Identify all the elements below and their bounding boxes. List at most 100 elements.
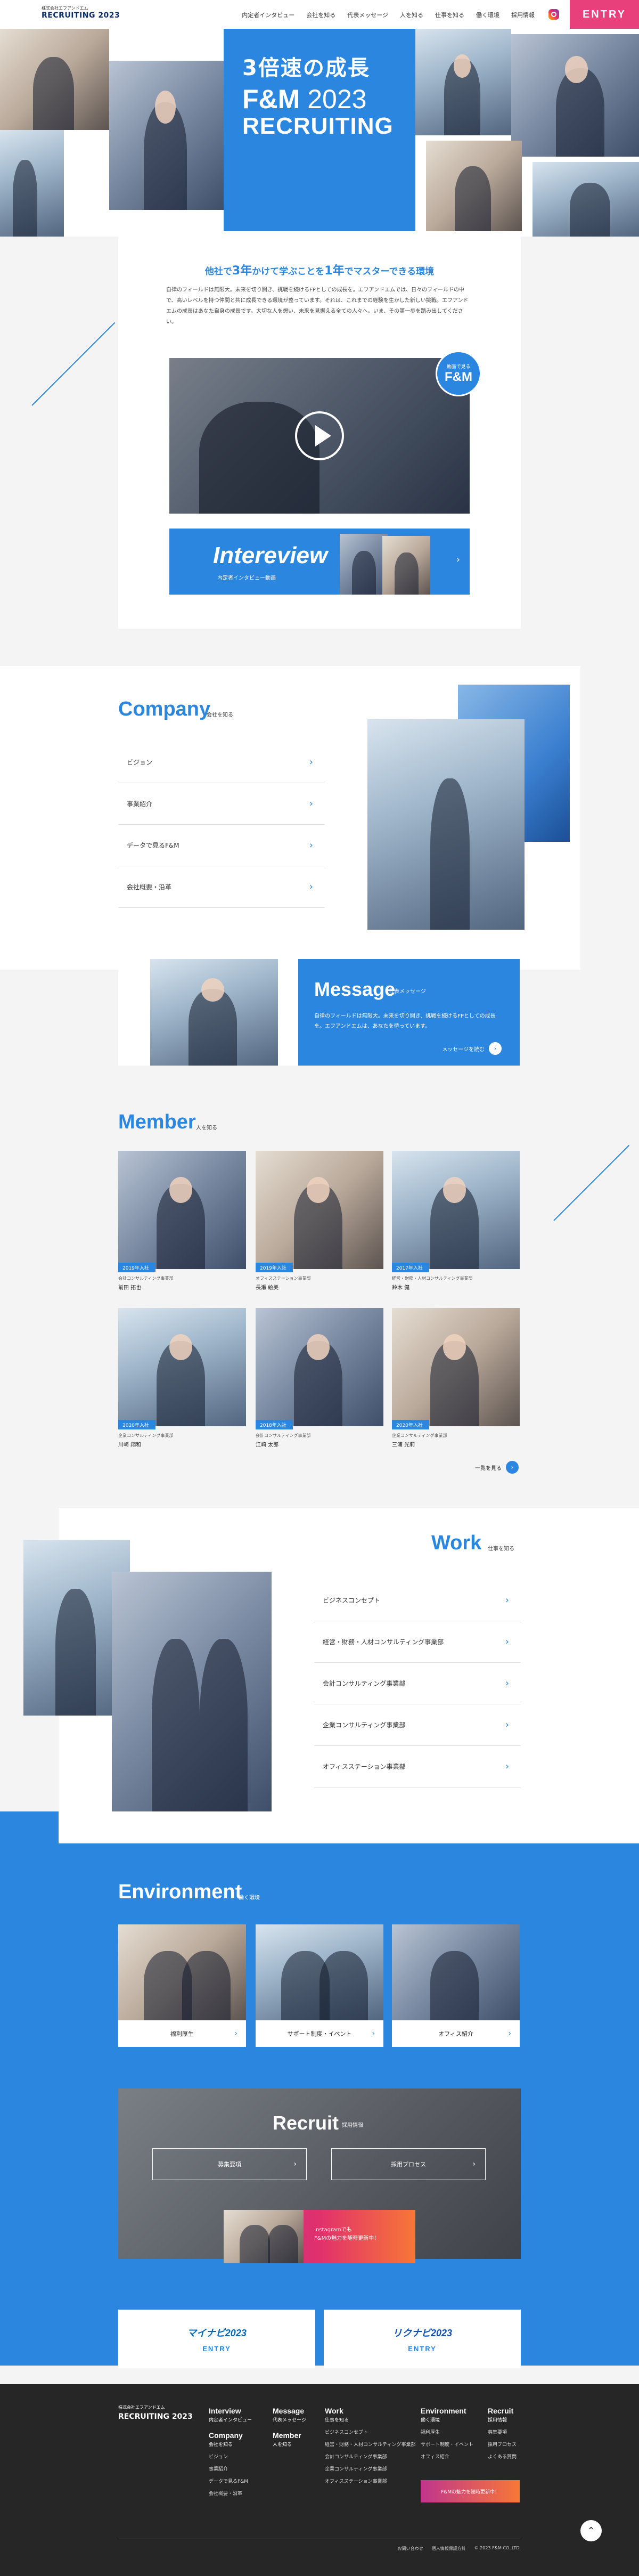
environment-card-support[interactable]: サポート制度・イベント ›: [256, 1924, 383, 2047]
entry-mynavi[interactable]: マイナビ2023 ENTRY: [118, 2310, 315, 2368]
play-icon[interactable]: [295, 411, 344, 460]
member-card[interactable]: 2019年入社 会計コンサルティング事業部 前田 拓也: [118, 1151, 246, 1295]
recruit-requirements-button[interactable]: 募集要項 ›: [152, 2148, 307, 2180]
environment-title: Environment: [118, 1881, 242, 1903]
footer-contact-link[interactable]: お問い合わせ: [398, 2546, 423, 2551]
chevron-right-icon: ›: [309, 798, 313, 809]
chevron-right-icon: ›: [293, 2160, 297, 2168]
message-panel[interactable]: Message 代表メッセージ 自律のフィールドは無限大。未来を切り開き、挑戦を…: [298, 959, 520, 1066]
footer-link[interactable]: ビジョン: [209, 2453, 248, 2460]
back-to-top-icon[interactable]: ⌃: [580, 2520, 602, 2541]
message-photo-panel: [118, 959, 310, 1066]
footer-link[interactable]: よくある質問: [488, 2453, 517, 2460]
member-card[interactable]: 2017年入社 経営・財務・人材コンサルティング事業部 鈴木 健: [392, 1151, 520, 1295]
footer-col-message[interactable]: Message 代表メッセージ: [273, 2407, 306, 2423]
work-item-concept[interactable]: ビジネスコンセプト ›: [314, 1580, 521, 1621]
work-item-label: オフィスステーション事業部: [323, 1763, 406, 1770]
company-item-profile[interactable]: 会社概要・沿革 ›: [118, 866, 325, 908]
chevron-right-icon: ›: [372, 2029, 375, 2038]
nav-recruit[interactable]: 採用情報: [511, 11, 535, 19]
footer-link[interactable]: データで見るF&M: [209, 2477, 248, 2484]
logo-title: RECRUITING 2023: [42, 11, 120, 20]
footer-link[interactable]: オフィス紹介: [421, 2453, 473, 2460]
member-card[interactable]: 2019年入社 オフィスステーション事業部 長瀬 絵美: [256, 1151, 383, 1295]
footer-link[interactable]: 経営・財務・人材コンサルティング事業部: [325, 2441, 415, 2448]
environment-card-label: オフィス紹介 ›: [392, 2020, 520, 2047]
member-dept: 会計コンサルティング事業部: [118, 1276, 174, 1281]
nav-member[interactable]: 人を知る: [400, 11, 423, 19]
nav-interview[interactable]: 内定者インタビュー: [242, 11, 294, 19]
decorative-line: [553, 1144, 630, 1221]
message-more-link[interactable]: メッセージを読む ›: [442, 1042, 502, 1055]
instagram-banner[interactable]: Instagramでも F&Mの魅力を随時更新中！: [224, 2210, 415, 2263]
footer-col-heading: Recruit: [488, 2407, 514, 2415]
member-view-all[interactable]: 一覧を見る ›: [475, 1461, 519, 1474]
footer-link[interactable]: 採用プロセス: [488, 2441, 517, 2448]
video-badge-brand: F&M: [445, 370, 472, 384]
footer-privacy-link[interactable]: 個人情報保護方針: [432, 2546, 466, 2551]
footer-col-heading: Work: [325, 2407, 343, 2415]
chevron-right-icon: ›: [234, 2029, 237, 2038]
environment-card-office[interactable]: オフィス紹介 ›: [392, 1924, 520, 2047]
footer-link[interactable]: 会計コンサルティング事業部: [325, 2453, 415, 2460]
work-item-office-station[interactable]: オフィスステーション事業部 ›: [314, 1746, 521, 1787]
company-photo-office: [367, 719, 525, 930]
member-subtitle: 人を知る: [196, 1125, 217, 1131]
company-item-label: 事業紹介: [127, 800, 153, 808]
site-logo[interactable]: 株式会社エフアンドエム RECRUITING 2023: [42, 5, 120, 20]
nav-company[interactable]: 会社を知る: [306, 11, 335, 19]
environment-card-welfare[interactable]: 福利厚生 ›: [118, 1924, 246, 2047]
interview-banner[interactable]: Intereview 内定者インタビュー動画 ›: [169, 529, 470, 595]
footer-col-member[interactable]: Member 人を知る: [273, 2431, 301, 2448]
footer-instagram-banner[interactable]: F&Mの魅力を随時更新中！: [421, 2480, 520, 2502]
footer-link[interactable]: 事業紹介: [209, 2465, 248, 2472]
footer-logo-title: RECRUITING 2023: [118, 2412, 193, 2421]
member-name: 長瀬 絵美: [256, 1285, 279, 1291]
company-item-label: ビジョン: [127, 759, 153, 766]
footer-link[interactable]: ビジネスコンセプト: [325, 2428, 415, 2435]
footer-link[interactable]: 会社概要・沿革: [209, 2490, 248, 2497]
work-item-corporate[interactable]: 企業コンサルティング事業部 ›: [314, 1704, 521, 1746]
work-item-accounting[interactable]: 会計コンサルティング事業部 ›: [314, 1663, 521, 1704]
chevron-right-icon: ›: [472, 2160, 476, 2168]
member-card[interactable]: 2020年入社 企業コンサルティング事業部 三浦 光莉: [392, 1308, 520, 1452]
footer-link[interactable]: 福利厚生: [421, 2428, 473, 2435]
interview-photo-2: [382, 536, 430, 595]
footer-col-work[interactable]: Work 仕事を知る ビジネスコンセプト 経営・財務・人材コンサルティング事業部…: [325, 2407, 415, 2484]
footer-link[interactable]: オフィスステーション事業部: [325, 2477, 415, 2484]
intro-video[interactable]: [169, 358, 470, 514]
member-photo: [256, 1151, 383, 1269]
nav-work[interactable]: 仕事を知る: [435, 11, 464, 19]
work-item-management[interactable]: 経営・財務・人材コンサルティング事業部 ›: [314, 1621, 521, 1663]
footer-col-company[interactable]: Company 会社を知る ビジョン 事業紹介 データで見るF&M 会社概要・沿…: [209, 2431, 248, 2497]
chevron-right-icon: ›: [505, 1761, 509, 1772]
footer-link[interactable]: 募集要項: [488, 2428, 517, 2435]
footer-col-heading: Member: [273, 2431, 301, 2440]
member-card[interactable]: 2018年入社 会計コンサルティング事業部 江崎 太郎: [256, 1308, 383, 1452]
member-card[interactable]: 2020年入社 企業コンサルティング事業部 川﨑 翔和: [118, 1308, 246, 1452]
company-item-data[interactable]: データで見るF&M ›: [118, 825, 325, 866]
message-text: 自律のフィールドは無限大。未来を切り開き、挑戦を続けるFPとしての成長を。エフア…: [314, 1013, 496, 1029]
footer-link[interactable]: サポート制度・イベント: [421, 2441, 473, 2448]
footer-col-environment[interactable]: Environment 働く環境 福利厚生 サポート制度・イベント オフィス紹介: [421, 2407, 473, 2460]
company-item-vision[interactable]: ビジョン ›: [118, 742, 325, 783]
footer-logo[interactable]: 株式会社エフアンドエム RECRUITING 2023: [118, 2404, 193, 2421]
instagram-icon[interactable]: [548, 9, 559, 20]
company-item-label: 会社概要・沿革: [127, 883, 172, 891]
recruit-process-button[interactable]: 採用プロセス ›: [331, 2148, 486, 2180]
footer-col-recruit[interactable]: Recruit 採用情報 募集要項 採用プロセス よくある質問: [488, 2407, 517, 2460]
instagram-banner-line2: F&Mの魅力を随時更新中！: [314, 2236, 380, 2241]
nav-message[interactable]: 代表メッセージ: [347, 11, 388, 19]
intro-title-num2: 1年: [324, 264, 345, 278]
nav-environment[interactable]: 働く環境: [476, 11, 499, 19]
entry-button[interactable]: ENTRY: [570, 0, 639, 29]
footer-link[interactable]: 企業コンサルティング事業部: [325, 2465, 415, 2472]
hero-photo-6: [426, 141, 522, 231]
company-item-business[interactable]: 事業紹介 ›: [118, 783, 325, 825]
entry-rikunabi[interactable]: リクナビ2023 ENTRY: [324, 2310, 521, 2368]
footer-col-interview[interactable]: Interview 内定者インタビュー: [209, 2407, 252, 2423]
member-photo: [392, 1151, 520, 1269]
company-subtitle: 会社を知る: [207, 712, 233, 718]
hero-brand-name: F&M: [242, 84, 300, 114]
footer-col-subheading: 内定者インタビュー: [209, 2418, 252, 2423]
